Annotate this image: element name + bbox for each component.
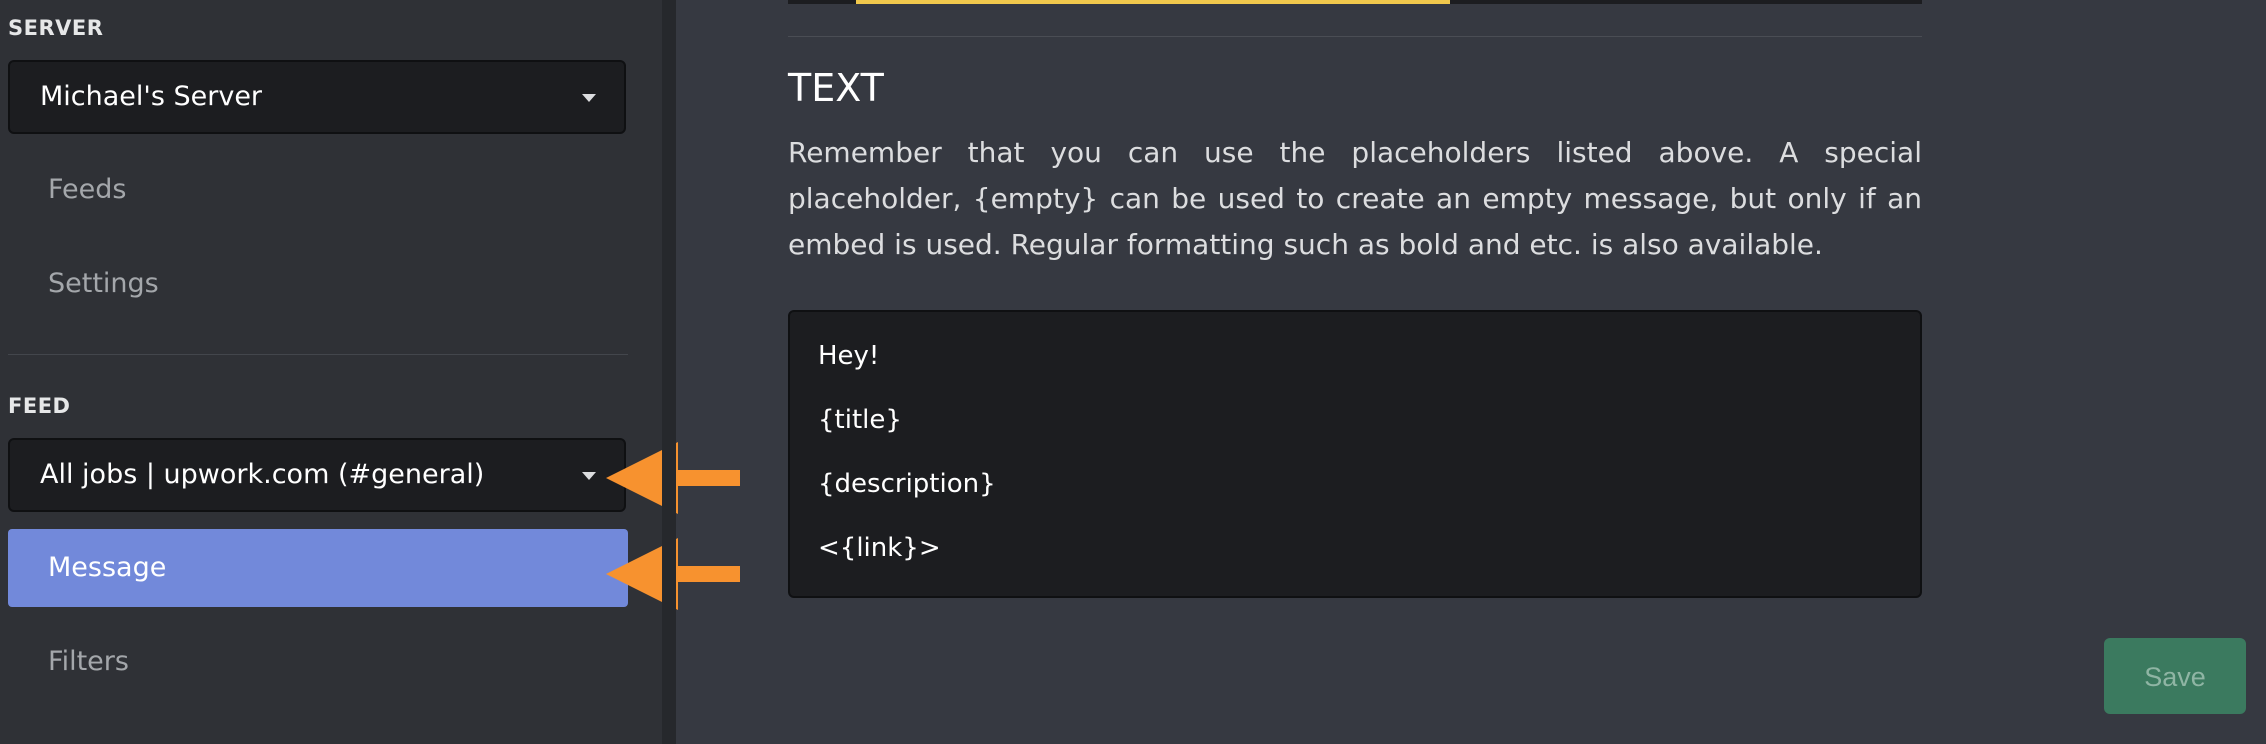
sidebar-item-label: Settings (48, 268, 159, 299)
sidebar-scrollbar[interactable] (662, 0, 676, 744)
sidebar-item-label: Filters (48, 646, 129, 677)
sidebar-divider (8, 354, 628, 355)
save-button[interactable]: Save (2104, 638, 2246, 714)
sidebar-item-settings[interactable]: Settings (8, 245, 628, 323)
server-select-value: Michael's Server (40, 81, 263, 112)
page-title: TEXT (788, 66, 884, 110)
message-line: <{link}> (818, 533, 941, 563)
sidebar-item-feeds[interactable]: Feeds (8, 151, 628, 229)
main-content: TEXT Remember that you can use the place… (676, 0, 2266, 744)
message-line: Hey! (818, 341, 880, 371)
server-select[interactable]: Michael's Server (8, 60, 626, 134)
sidebar-item-message[interactable]: Message (8, 529, 628, 607)
sidebar-item-label: Feeds (48, 174, 127, 205)
server-section-header: SERVER (8, 16, 104, 40)
sidebar-item-label: Message (48, 552, 167, 583)
message-line: {title} (818, 405, 902, 435)
chevron-down-icon (582, 472, 596, 480)
message-line: {description} (818, 469, 996, 499)
feed-select[interactable]: All jobs | upwork.com (#general) (8, 438, 626, 512)
sidebar-item-filters[interactable]: Filters (8, 623, 628, 701)
section-divider (788, 36, 1922, 37)
feed-select-value: All jobs | upwork.com (#general) (40, 459, 485, 490)
sidebar: SERVER Michael's Server Feeds Settings F… (0, 0, 740, 744)
previous-section-bottom (788, 0, 1922, 4)
section-description: Remember that you can use the placeholde… (788, 136, 1922, 261)
feed-section-header: FEED (8, 394, 71, 418)
highlight-bar (856, 0, 1450, 4)
message-text-input[interactable]: Hey! {title} {description} <{link}> (788, 310, 1922, 598)
app-window: SERVER Michael's Server Feeds Settings F… (0, 0, 2266, 744)
chevron-down-icon (582, 94, 596, 102)
